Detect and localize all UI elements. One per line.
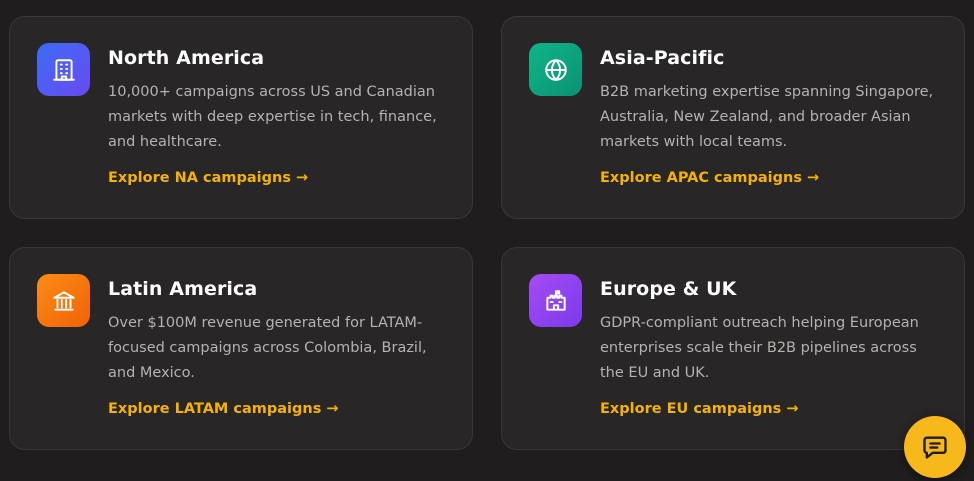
globe-icon [529,43,582,96]
region-title: Europe & UK [600,278,737,300]
region-description: Over $100M revenue generated for LATAM-f… [108,315,427,381]
building-icon [37,43,90,96]
region-description: 10,000+ campaigns across US and Canadian… [108,84,437,150]
region-title: Latin America [108,278,258,300]
castle-icon [529,274,582,327]
region-card-europe-uk: Europe & UK GDPR-compliant outreach help… [501,247,965,450]
region-description: GDPR-compliant outreach helping European… [600,315,919,381]
explore-na-campaigns-link[interactable]: Explore NA campaigns → [108,170,308,186]
region-title: North America [108,47,265,69]
explore-apac-campaigns-link[interactable]: Explore APAC campaigns → [600,170,819,186]
chat-widget-button[interactable] [904,416,966,478]
explore-eu-campaigns-link[interactable]: Explore EU campaigns → [600,401,798,417]
region-card-north-america: North America 10,000+ campaigns across U… [9,16,473,219]
explore-latam-campaigns-link[interactable]: Explore LATAM campaigns → [108,401,339,417]
region-description: B2B marketing expertise spanning Singapo… [600,84,934,150]
region-card-asia-pacific: Asia-Pacific B2B marketing expertise spa… [501,16,965,219]
chat-bubble-icon [923,436,947,459]
landmark-icon [37,274,90,327]
region-title: Asia-Pacific [600,47,725,69]
region-card-latin-america: Latin America Over $100M revenue generat… [9,247,473,450]
